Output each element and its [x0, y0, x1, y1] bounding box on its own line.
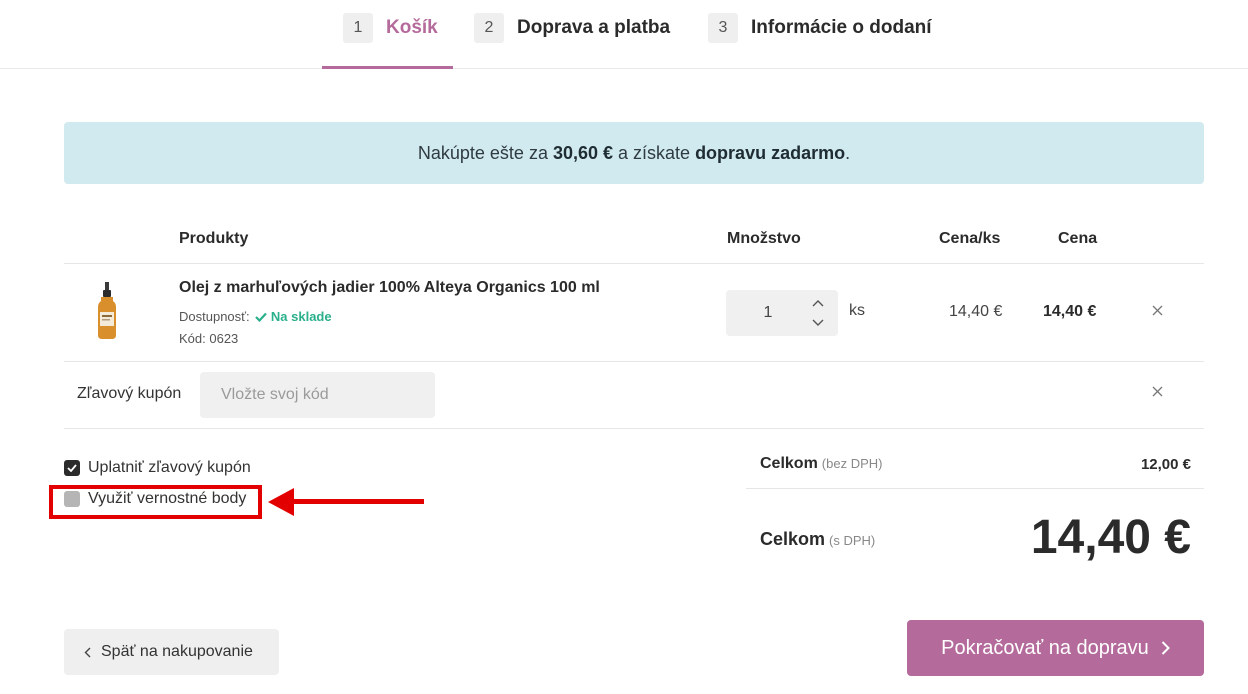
step-label: Košík [386, 17, 438, 38]
divider [64, 428, 1204, 429]
unit-price: 14,40 € [949, 303, 1003, 320]
banner-prefix: Nakúpte ešte za [417, 142, 548, 163]
checkmark-icon [67, 464, 77, 472]
free-shipping-banner: Nakúpte ešte za 30,60 € a získate doprav… [64, 122, 1204, 184]
chevron-down-icon [812, 319, 824, 326]
apply-coupon-option[interactable]: Uplatniť zľavový kupón [64, 459, 251, 477]
step-label: Informácie o dodaní [751, 17, 932, 38]
step-delivery-info[interactable]: 3 Informácie o dodaní [708, 12, 932, 44]
divider [746, 488, 1204, 489]
in-stock-status: Na sklade [253, 309, 332, 324]
banner-suffix: . [845, 142, 851, 163]
total-label-text: Celkom [760, 455, 818, 472]
total-note: (bez DPH) [821, 456, 883, 471]
total-with-vat-value: 14,40 € [1030, 511, 1191, 564]
close-coupon-button[interactable] [1149, 383, 1165, 399]
chevron-up-icon [812, 300, 824, 307]
divider [64, 361, 1204, 362]
continue-to-shipping-button[interactable]: Pokračovať na dopravu [907, 620, 1204, 676]
header-products: Produkty [179, 230, 249, 247]
banner-highlight: dopravu zadarmo [695, 142, 846, 163]
availability-label: Dostupnosť: [179, 309, 250, 324]
quantity-decrease-button[interactable] [806, 314, 830, 332]
chevron-left-icon [84, 647, 91, 657]
apply-coupon-checkbox[interactable] [64, 460, 80, 476]
back-to-shopping-button[interactable]: Späť na nakupovanie [64, 629, 279, 675]
step-shipping-payment[interactable]: 2 Doprava a platba [474, 12, 670, 44]
banner-middle: a získate [618, 142, 691, 163]
apply-coupon-label: Uplatniť zľavový kupón [88, 459, 251, 476]
header-quantity: Množstvo [727, 230, 801, 247]
annotation-arrow-icon [268, 488, 424, 516]
total-without-vat-label: Celkom (bez DPH) [760, 455, 882, 473]
step-cart[interactable]: 1 Košík [343, 12, 438, 44]
product-code: Kód: 0623 [179, 331, 239, 346]
step-number: 2 [474, 13, 504, 43]
checkout-steps: 1 Košík 2 Doprava a platba 3 Informácie … [0, 0, 1248, 69]
header-price: Cena [1058, 230, 1098, 247]
step-label: Doprava a platba [517, 17, 671, 38]
product-thumbnail[interactable] [78, 282, 136, 344]
step-number: 3 [708, 13, 738, 43]
next-button-label: Pokračovať na dopravu [941, 636, 1149, 659]
line-price: 14,40 € [1043, 303, 1097, 320]
chevron-right-icon [1161, 641, 1170, 655]
step-number: 1 [343, 13, 373, 43]
close-icon [1152, 386, 1162, 396]
availability-value: Na sklade [270, 309, 332, 324]
product-availability: Dostupnosť: Na sklade [179, 309, 332, 324]
active-step-underline [322, 66, 453, 69]
header-unit-price: Cena/ks [939, 230, 1001, 247]
product-name-link[interactable]: Olej z marhuľových jadier 100% Alteya Or… [179, 279, 600, 297]
total-with-vat-label: Celkom (s DPH) [760, 529, 875, 550]
total-label-text: Celkom [760, 529, 826, 549]
checkmark-icon [255, 312, 268, 323]
annotation-highlight-box [49, 485, 262, 519]
divider [64, 263, 1204, 264]
coupon-code-input[interactable] [200, 372, 435, 418]
coupon-label: Zľavový kupón [77, 385, 182, 402]
close-icon [1152, 305, 1162, 315]
remove-item-button[interactable] [1149, 302, 1165, 318]
quantity-unit: ks [849, 302, 865, 319]
quantity-stepper: 1 [726, 290, 838, 336]
quantity-increase-button[interactable] [806, 294, 830, 312]
back-button-label: Späť na nakupovanie [101, 643, 253, 660]
total-without-vat-value: 12,00 € [1140, 456, 1191, 473]
oil-bottle-image [98, 282, 116, 339]
banner-amount: 30,60 € [552, 142, 614, 163]
total-note: (s DPH) [829, 533, 876, 548]
quantity-input[interactable]: 1 [726, 290, 810, 336]
